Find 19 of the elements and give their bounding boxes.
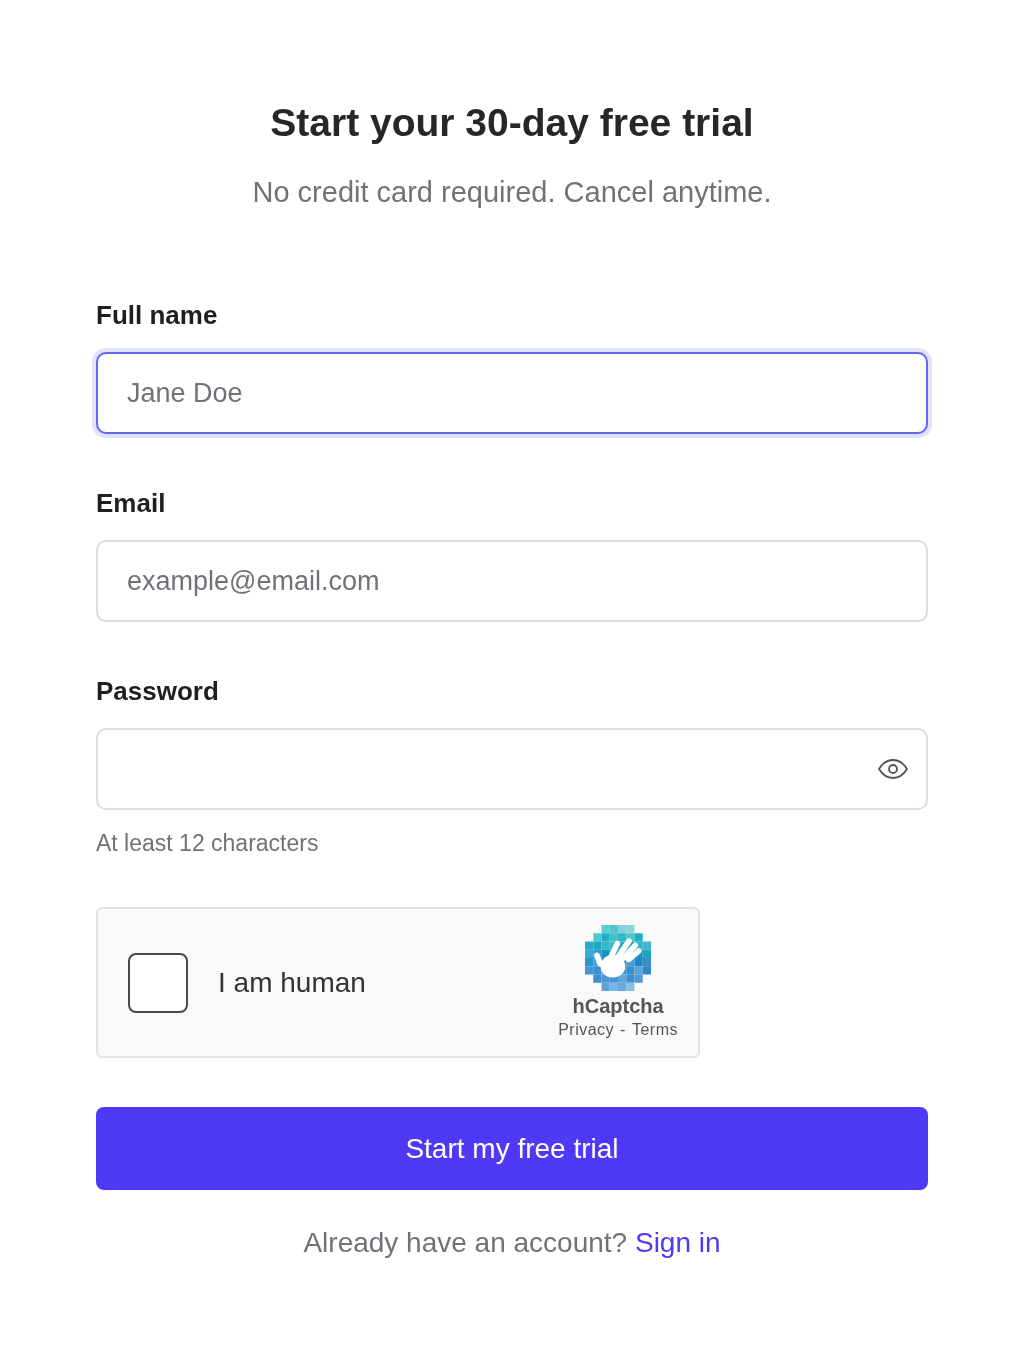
input-field[interactable]: Jane Doe bbox=[96, 352, 928, 434]
password-field[interactable] bbox=[96, 728, 928, 810]
hand-logo-icon bbox=[585, 924, 652, 991]
hint-text: At least 12 characters bbox=[96, 829, 320, 858]
sign-in-prompt: Already have an account? Sign in bbox=[302, 1226, 722, 1260]
captcha-checkbox[interactable] bbox=[128, 952, 188, 1013]
separator-text: - bbox=[620, 1019, 626, 1040]
field-label: Email bbox=[96, 487, 167, 520]
terms-link[interactable]: Terms bbox=[631, 1018, 678, 1041]
field-label: Full name bbox=[96, 299, 219, 332]
field-label: Password bbox=[96, 675, 220, 708]
sign-in-link[interactable]: Sign in bbox=[634, 1227, 721, 1258]
eye-icon bbox=[878, 759, 908, 779]
captcha-label: I am human bbox=[218, 965, 366, 1000]
page-subtitle: No credit card required. Cancel anytime. bbox=[251, 175, 773, 210]
captcha-brand: hCaptcha bbox=[572, 993, 664, 1019]
page-title: Start your 30-day free trial bbox=[269, 100, 755, 146]
start-trial-button[interactable]: Start my free trial bbox=[96, 1107, 928, 1190]
privacy-link[interactable]: Privacy bbox=[558, 1018, 615, 1041]
